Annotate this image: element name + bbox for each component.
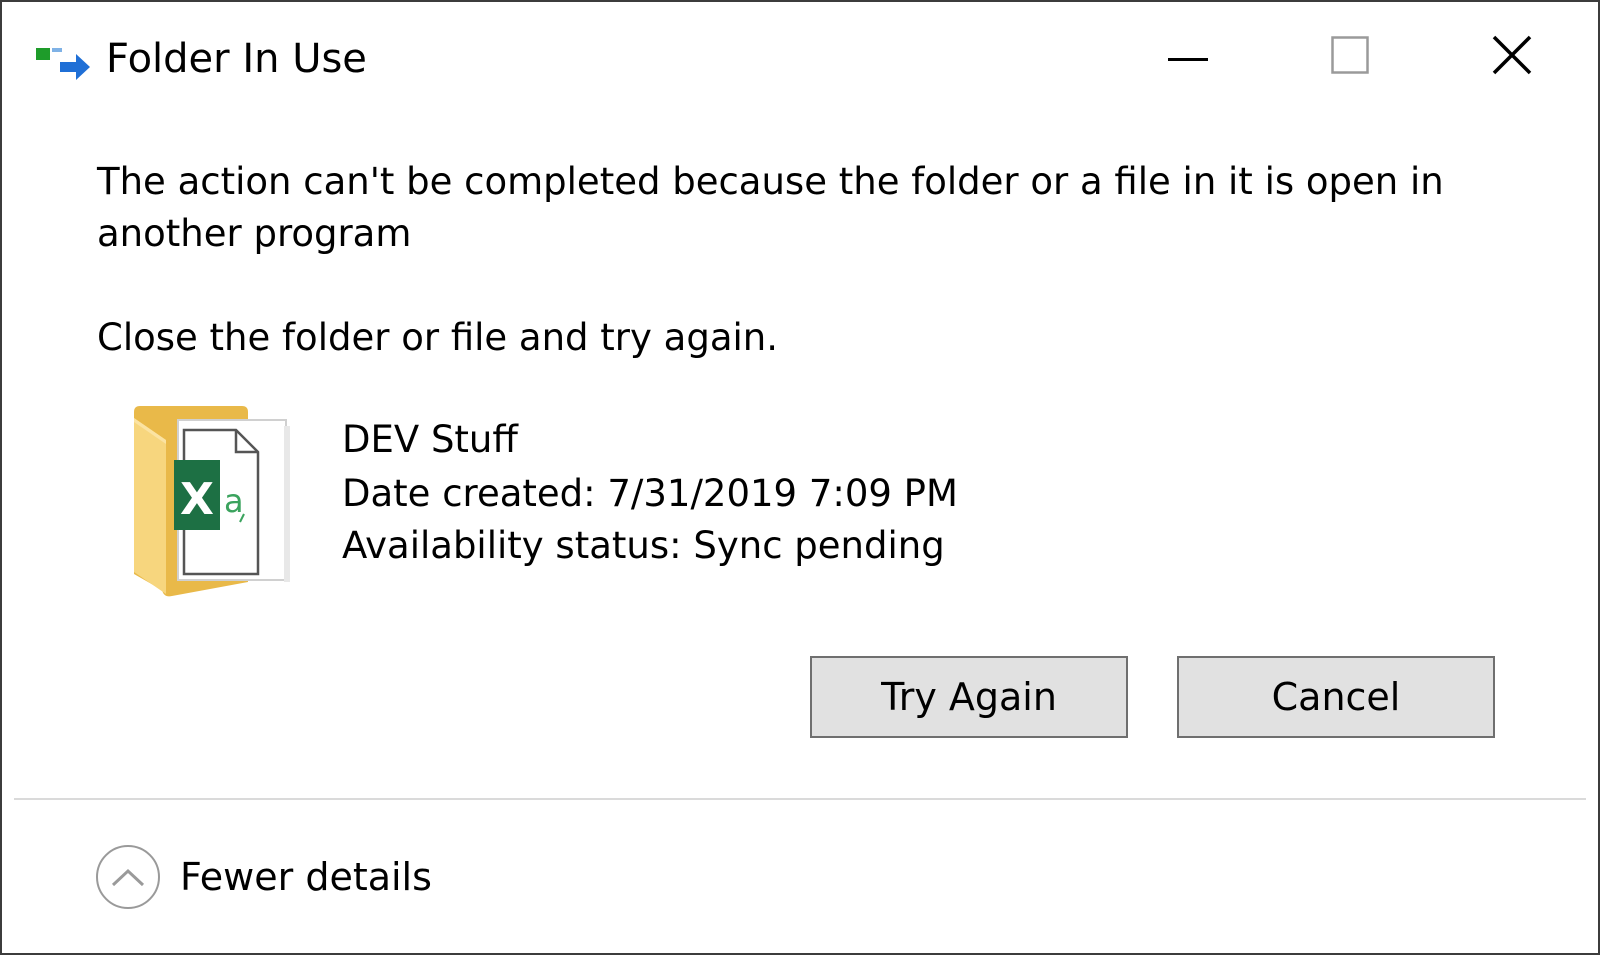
close-icon [1492, 35, 1532, 79]
window-title: Folder In Use [106, 36, 367, 82]
folder-in-use-dialog: Folder In Use The action can't be comple… [0, 0, 1600, 955]
minimize-icon [1168, 48, 1208, 67]
divider [14, 798, 1586, 800]
minimize-button[interactable] [1152, 26, 1224, 88]
folder-move-icon [36, 46, 92, 82]
fewer-details-label: Fewer details [180, 855, 432, 899]
instruction-message: Close the folder or file and try again. [97, 316, 778, 359]
svg-text:X: X [180, 474, 214, 525]
svg-text:a: a [224, 482, 244, 520]
file-availability-status: Availability status: Sync pending [342, 524, 945, 567]
fewer-details-toggle[interactable]: Fewer details [96, 842, 432, 912]
cancel-button[interactable]: Cancel [1177, 656, 1495, 738]
error-message-line-2: another program [97, 212, 412, 255]
error-message-line-1: The action can't be completed because th… [97, 160, 1444, 203]
excel-folder-icon: X a [132, 404, 294, 600]
title-bar[interactable]: Folder In Use [2, 2, 1598, 114]
try-again-button[interactable]: Try Again [810, 656, 1128, 738]
maximize-icon [1331, 36, 1369, 78]
file-name: DEV Stuff [342, 418, 518, 461]
chevron-up-icon [96, 845, 160, 909]
maximize-button[interactable] [1314, 26, 1386, 88]
file-date-created: Date created: 7/31/2019 7:09 PM [342, 472, 958, 515]
close-button[interactable] [1476, 26, 1548, 88]
